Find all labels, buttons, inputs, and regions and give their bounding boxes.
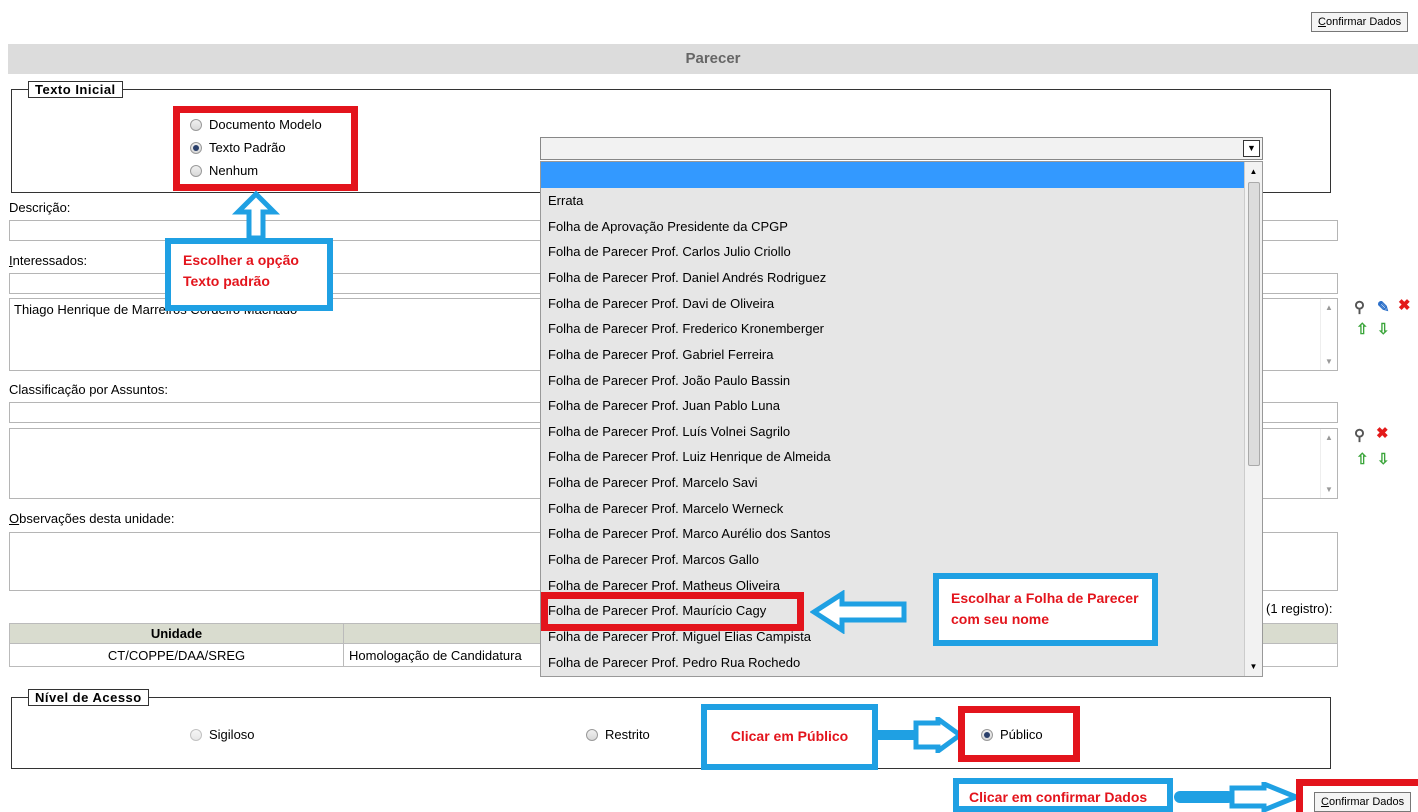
radio-label: Sigiloso: [209, 727, 255, 742]
dropdown-option[interactable]: Folha de Parecer Prof. Davi de Oliveira: [548, 291, 1238, 316]
table-cell-unidade: CT/COPPE/DAA/SREG: [9, 643, 344, 667]
dropdown-option[interactable]: Folha de Parecer Prof. Marcelo Savi: [548, 470, 1238, 495]
interessados-label: Interessados:: [9, 253, 88, 268]
move-down-icon[interactable]: ⇩: [1377, 450, 1390, 468]
modelo-select[interactable]: ▼: [540, 137, 1263, 160]
dropdown-option[interactable]: Folha de Parecer Prof. Luís Volnei Sagri…: [548, 419, 1238, 444]
annotation-text: Escolhar a Folha de Parecer: [951, 590, 1139, 606]
dropdown-option[interactable]: Folha de Parecer Prof. Frederico Kronemb…: [548, 316, 1238, 341]
interessados-scrollbar[interactable]: ▲ ▼: [1320, 299, 1337, 370]
move-up-icon[interactable]: ⇧: [1356, 320, 1369, 338]
texto-inicial-legend: Texto Inicial: [28, 81, 123, 98]
annotation-arrow-left-icon: [810, 590, 907, 634]
search-icon[interactable]: ⚲: [1354, 298, 1365, 316]
dropdown-option[interactable]: Folha de Parecer Prof. Gabriel Ferreira: [548, 342, 1238, 367]
edit-icon[interactable]: ✎: [1377, 298, 1390, 316]
page-title: Parecer: [8, 44, 1418, 74]
annotation-text: Escolher a opção: [183, 252, 299, 268]
scrollbar-thumb[interactable]: [1248, 182, 1260, 466]
radio-label: Restrito: [605, 727, 650, 742]
annotation-choose-folha: Escolhar a Folha de Parecer com seu nome: [933, 573, 1158, 646]
move-up-icon[interactable]: ⇧: [1356, 450, 1369, 468]
dropdown-option[interactable]: Folha de Parecer Prof. Daniel Andrés Rod…: [548, 265, 1238, 290]
radio-icon: [586, 729, 598, 741]
annotation-click-confirm: Clicar em confirmar Dados: [953, 778, 1173, 812]
dropdown-option[interactable]: Errata: [548, 188, 1238, 213]
annotation-red-box-confirm: [1296, 779, 1418, 812]
remove-icon[interactable]: ✖: [1376, 424, 1389, 442]
annotation-click-publico: Clicar em Público: [701, 704, 878, 770]
dropdown-option[interactable]: Folha de Parecer Prof. João Paulo Bassin: [548, 368, 1238, 393]
dropdown-option[interactable]: Folha de Parecer Prof. Marcelo Werneck: [548, 496, 1238, 521]
classificacao-label: Classificação por Assuntos:: [9, 382, 168, 397]
remove-icon[interactable]: ✖: [1398, 296, 1411, 314]
dropdown-option[interactable]: Folha de Parecer Prof. Juan Pablo Luna: [548, 393, 1238, 418]
search-icon[interactable]: ⚲: [1354, 426, 1365, 444]
nivel-acesso-legend: Nível de Acesso: [28, 689, 149, 706]
annotation-red-box-publico: [958, 706, 1080, 762]
move-down-icon[interactable]: ⇩: [1377, 320, 1390, 338]
annotation-choose-option: Escolher a opção Texto padrão: [165, 238, 333, 311]
registros-count: (1 registro):: [1266, 601, 1333, 616]
classificacao-scrollbar[interactable]: ▲ ▼: [1320, 429, 1337, 498]
dropdown-option[interactable]: Folha de Parecer Prof. Marcos Gallo: [548, 547, 1238, 572]
annotation-arrow-up-icon: [231, 190, 281, 241]
annotation-arrow-right-icon: [1174, 782, 1300, 812]
annotation-text: Texto padrão: [183, 273, 270, 289]
dropdown-option[interactable]: Folha de Parecer Prof. Marco Aurélio dos…: [548, 521, 1238, 546]
chevron-down-icon[interactable]: ▼: [1243, 140, 1260, 157]
dropdown-option[interactable]: Folha de Aprovação Presidente da CPGP: [548, 214, 1238, 239]
radio-sigiloso[interactable]: Sigiloso: [190, 726, 255, 744]
annotation-red-box-texto: [173, 106, 358, 191]
scroll-up-icon[interactable]: ▲: [1245, 167, 1262, 176]
annotation-arrow-right-icon: [876, 717, 964, 753]
radio-icon: [190, 729, 202, 741]
annotation-text: com seu nome: [951, 611, 1050, 627]
dropdown-blank-option[interactable]: [541, 162, 1245, 188]
descricao-label: Descrição:: [9, 200, 71, 215]
dropdown-scrollbar[interactable]: ▲ ▼: [1244, 162, 1262, 676]
dropdown-option[interactable]: Folha de Parecer Prof. Carlos Julio Crio…: [548, 239, 1238, 264]
confirm-button-top[interactable]: Confirmar Dados: [1311, 12, 1409, 32]
table-header-unidade: Unidade: [9, 623, 344, 644]
scroll-down-icon[interactable]: ▼: [1245, 662, 1262, 671]
annotation-red-box-mauricio: [541, 592, 804, 631]
radio-restrito[interactable]: Restrito: [586, 726, 650, 744]
dropdown-option[interactable]: Folha de Parecer Prof. Pedro Rua Rochedo: [548, 650, 1238, 675]
observacoes-label: Observações desta unidade:: [9, 511, 175, 526]
dropdown-option[interactable]: Folha de Parecer Prof. Luiz Henrique de …: [548, 444, 1238, 469]
